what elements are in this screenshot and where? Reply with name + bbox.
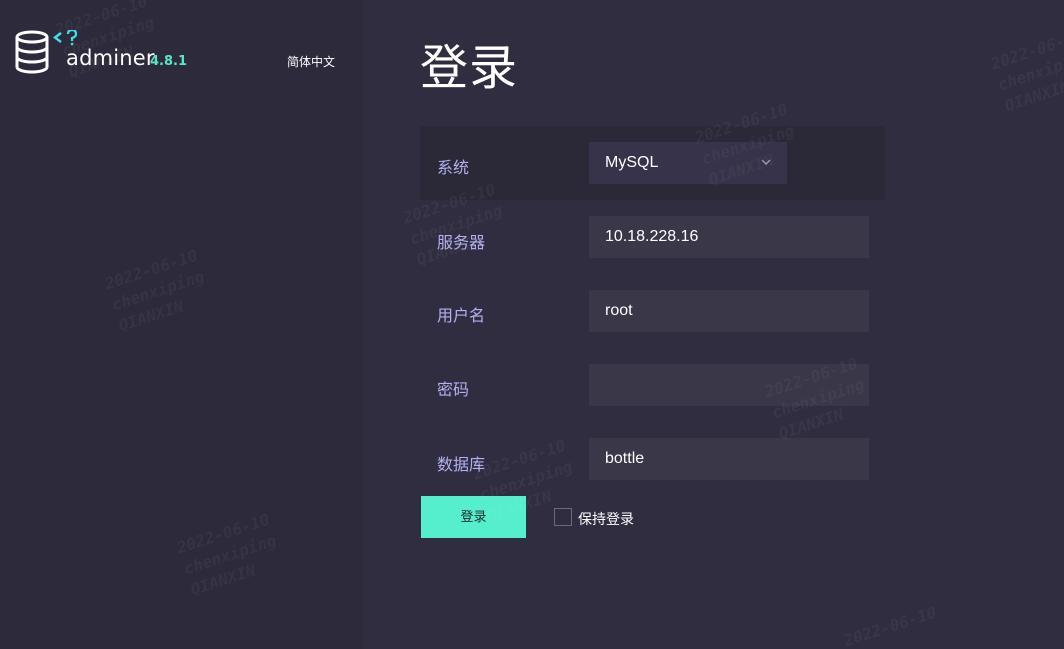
server-label: 服务器 bbox=[437, 233, 486, 252]
page-title: 登录 bbox=[420, 40, 519, 96]
database-label: 数据库 bbox=[437, 455, 486, 474]
username-label: 用户名 bbox=[437, 306, 486, 325]
watermark-date: 2022-06-10 bbox=[102, 246, 199, 294]
system-select-value: MySQL bbox=[605, 154, 659, 171]
chevron-down-icon bbox=[761, 159, 771, 165]
password-input[interactable] bbox=[589, 364, 869, 406]
watermark-date: 2022-06-10 bbox=[174, 510, 271, 558]
username-input[interactable] bbox=[589, 290, 869, 332]
app-version[interactable]: 4.8.1 bbox=[150, 54, 187, 69]
system-select[interactable]: MySQL bbox=[589, 142, 787, 184]
watermark-user: chenxiping bbox=[109, 267, 206, 315]
remember-label[interactable]: 保持登录 bbox=[578, 509, 634, 529]
watermark: 2022-06-10 chenxiping QIANXIN bbox=[174, 509, 286, 602]
database-input[interactable] bbox=[589, 438, 869, 480]
login-button[interactable]: 登录 bbox=[421, 496, 526, 538]
app-name[interactable]: adminer bbox=[66, 46, 155, 70]
language-selector[interactable]: 简体中文 bbox=[287, 53, 335, 70]
password-label: 密码 bbox=[437, 380, 470, 399]
watermark-org: QIANXIN bbox=[116, 296, 186, 335]
watermark-org: QIANXIN bbox=[188, 560, 258, 599]
system-label: 系统 bbox=[437, 158, 470, 177]
sidebar: adminer 4.8.1 简体中文 2022-06-10 chenxiping… bbox=[0, 0, 362, 649]
remember-checkbox[interactable] bbox=[554, 508, 572, 526]
watermark: 2022-06-10 chenxiping QIANXIN bbox=[102, 245, 214, 338]
watermark-user: chenxiping bbox=[181, 531, 278, 579]
server-input[interactable] bbox=[589, 216, 869, 258]
